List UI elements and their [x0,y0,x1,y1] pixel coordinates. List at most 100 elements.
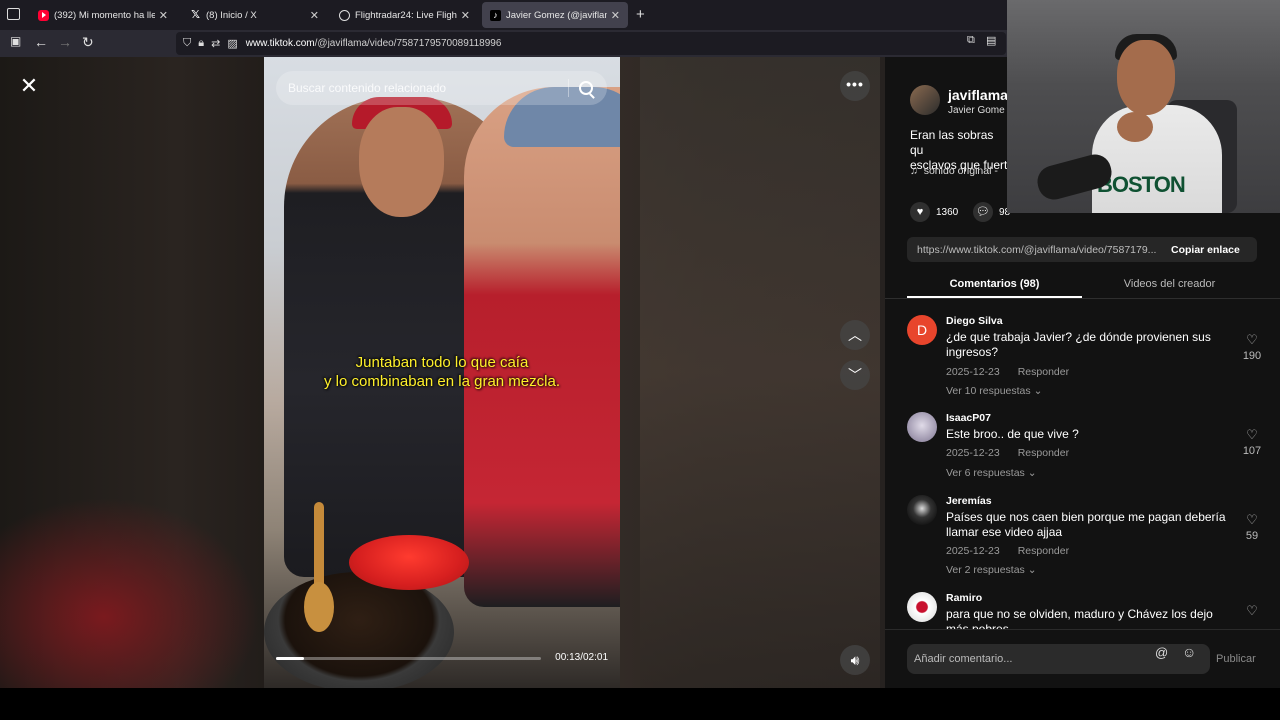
camera-off-icon[interactable]: ▨ [227,37,237,50]
chevron-down-icon: ⌄ [1027,564,1037,576]
volume-button[interactable]: 🔊︎ [840,645,870,675]
author-username[interactable]: javiflama [948,87,1008,103]
music-note-icon: ♫ [910,165,918,177]
more-options-button[interactable]: ••• [840,71,870,101]
browser-tab-youtube[interactable]: (392) Mi momento ha llegado ( ✕ [30,2,176,28]
sidebar-toggle-icon[interactable]: ▣ [10,34,21,48]
publish-button[interactable]: Publicar [1216,653,1256,665]
reply-button[interactable]: Responder [1018,366,1069,378]
progress-bar[interactable] [276,657,541,660]
commenter-avatar[interactable]: D [907,315,937,345]
tiktok-icon: ♪ [490,9,501,21]
comment-text: Este broo.. de que vive ? [946,427,1079,441]
comment-like[interactable]: ♡ 59 [1237,511,1267,542]
comment-like[interactable]: ♡ [1237,602,1267,620]
comment-meta: 2025-12-23 Responder [946,447,1069,459]
search-bar[interactable]: Buscar contenido relacionado [276,71,607,105]
author-avatar[interactable] [910,85,940,115]
tab-title: (8) Inicio / X [206,9,257,21]
video-bowl [349,535,469,590]
background-blur [0,497,260,688]
sound-link[interactable]: ♫ sonido original - [910,165,998,177]
comment-date: 2025-12-23 [946,545,1000,557]
commenter-name[interactable]: Jeremías [946,495,992,507]
previous-video-button[interactable]: ︿ [840,320,870,350]
search-input[interactable]: Buscar contenido relacionado [288,81,568,95]
heart-outline-icon[interactable]: ♡ [1246,512,1258,527]
browser-tab-x[interactable]: 𝕏 (8) Inicio / X ✕ [182,2,327,28]
view-replies-button[interactable]: Ver 10 respuestas ⌄ [946,385,1042,397]
time-display: 00:13/02:01 [555,652,608,663]
commenter-avatar[interactable] [907,495,937,525]
comment-like[interactable]: ♡ 190 [1237,331,1267,362]
comment-text: para que no se olviden, maduro y Chávez … [946,607,1213,631]
url-text[interactable]: www.tiktok.com/@javiflama/video/75871795… [246,38,502,49]
tab-comments[interactable]: Comentarios (98) [907,278,1082,290]
video-player[interactable]: Buscar contenido relacionado Juntaban to… [264,57,620,688]
comment-list: D Diego Silva ¿de que trabaja Javier? ¿d… [885,309,1280,631]
comment-item: Ramiro para que no se olviden, maduro y … [907,586,1267,631]
tab-creator-videos[interactable]: Videos del creador [1082,278,1257,290]
comment-like-count: 107 [1242,445,1262,457]
tab-title: Javier Gomez (@javiflama) | [506,9,607,21]
progress-fill [276,657,305,660]
webcam-head [1117,40,1175,115]
copy-link-button[interactable]: Copiar enlace [1171,244,1240,256]
close-tab-icon[interactable]: ✕ [611,9,620,22]
share-link-box: https://www.tiktok.com/@javiflama/video/… [907,237,1257,262]
view-replies-button[interactable]: Ver 6 respuestas ⌄ [946,467,1037,479]
permissions-icon[interactable]: ⇄ [211,37,220,50]
tab-title: Flightradar24: Live Flight Tracke [355,9,457,21]
globe-icon [339,9,350,21]
close-button[interactable]: ✕ [15,72,43,100]
next-video-button[interactable]: ﹀ [840,360,870,390]
reply-button[interactable]: Responder [1018,545,1069,557]
heart-outline-icon[interactable]: ♡ [1246,332,1258,347]
comment-text: ¿de que trabaja Javier? ¿de dónde provie… [946,330,1211,359]
emoji-icon[interactable]: ☺ [1182,644,1196,660]
commenter-avatar[interactable] [907,412,937,442]
view-replies-button[interactable]: Ver 2 respuestas ⌄ [946,564,1037,576]
commenter-avatar[interactable] [907,592,937,622]
close-tab-icon[interactable]: ✕ [159,9,168,22]
video-spoon [304,502,334,632]
comment-date: 2025-12-23 [946,366,1000,378]
webcam-hand [1117,112,1153,142]
forward-button[interactable]: → [58,34,72,50]
heart-outline-icon[interactable]: ♡ [1246,603,1258,618]
commenter-name[interactable]: IsaacP07 [946,412,991,424]
chevron-down-icon: ⌄ [1027,467,1037,479]
comment-meta: 2025-12-23 Responder [946,545,1069,557]
like-button[interactable]: ♥ 1360 [910,202,958,222]
browser-tab-flightradar[interactable]: Flightradar24: Live Flight Tracke ✕ [331,2,478,28]
comment-like-count: 190 [1242,350,1262,362]
new-tab-button[interactable]: + [636,6,645,23]
chevron-down-icon: ⌄ [1033,385,1043,397]
commenter-name[interactable]: Ramiro [946,592,982,604]
commenter-name[interactable]: Diego Silva [946,315,1003,327]
video-stage: ✕ Buscar contenido relacionado Juntaban … [0,57,885,688]
sound-name: sonido original - [923,165,998,177]
reader-view-icon[interactable]: ▤ [986,34,996,47]
shield-icon[interactable]: ⛉ [183,37,191,50]
search-icon[interactable] [579,81,593,95]
comment-like[interactable]: ♡ 107 [1237,426,1267,457]
share-link-url[interactable]: https://www.tiktok.com/@javiflama/video/… [907,244,1163,256]
comment-button[interactable]: 💬︎ 98 [973,202,1010,222]
tab-title: (392) Mi momento ha llegado ( [54,9,155,21]
picture-in-picture-icon[interactable]: ⧉ [967,34,975,47]
browser-tab-tiktok[interactable]: ♪ Javier Gomez (@javiflama) | ✕ [482,2,628,28]
close-tab-icon[interactable]: ✕ [461,9,470,22]
youtube-icon [38,9,49,21]
heart-outline-icon[interactable]: ♡ [1246,427,1258,442]
address-bar[interactable]: ⛉ 🔒︎ ⇄ ▨ www.tiktok.com/@javiflama/video… [176,32,1006,55]
comment-like-count: 59 [1245,530,1259,542]
reload-button[interactable]: ↻ [82,34,94,51]
reply-button[interactable]: Responder [1018,447,1069,459]
subtitle-line: y lo combinaban en la gran mezcla. [324,373,560,390]
close-tab-icon[interactable]: ✕ [310,9,319,22]
mention-icon[interactable]: @ [1155,645,1168,660]
lock-icon[interactable]: 🔒︎ [198,37,204,50]
tab-list-icon[interactable] [7,8,20,20]
back-button[interactable]: ← [34,34,48,50]
